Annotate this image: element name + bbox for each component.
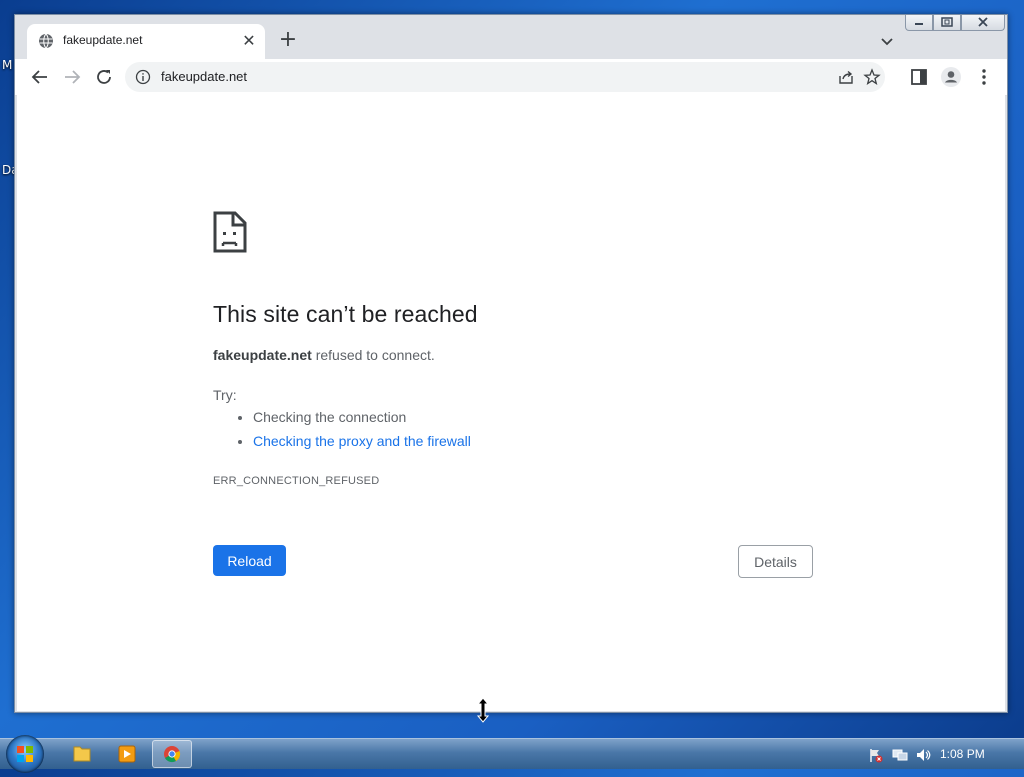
back-icon[interactable] xyxy=(29,66,51,88)
tab-strip: fakeupdate.net ✕ + xyxy=(15,15,1007,59)
refresh-icon[interactable] xyxy=(93,66,115,88)
tab-active[interactable]: fakeupdate.net ✕ xyxy=(27,24,265,59)
tab-title: fakeupdate.net xyxy=(63,33,143,47)
globe-icon xyxy=(39,33,53,49)
forward-icon[interactable] xyxy=(61,66,83,88)
restore-button[interactable] xyxy=(933,15,961,31)
details-button[interactable]: Details xyxy=(738,545,813,578)
side-panel-icon[interactable] xyxy=(908,66,930,88)
list-item: Checking the connection xyxy=(253,405,471,429)
profile-avatar-icon[interactable] xyxy=(940,66,962,88)
network-icon[interactable] xyxy=(892,747,908,763)
new-tab-button[interactable]: + xyxy=(277,29,299,52)
explorer-taskbar-button[interactable] xyxy=(62,740,102,768)
sad-document-icon xyxy=(213,211,247,253)
volume-icon[interactable] xyxy=(915,747,931,763)
minimize-button[interactable] xyxy=(905,15,933,31)
windows-logo-icon xyxy=(17,746,33,762)
browser-toolbar: fakeupdate.net xyxy=(15,59,1007,96)
chrome-icon xyxy=(164,746,181,763)
try-label: Try: xyxy=(213,387,237,403)
close-icon xyxy=(978,17,988,27)
suggestion-list: Checking the connection Checking the pro… xyxy=(233,405,471,453)
folder-icon xyxy=(73,746,91,762)
close-tab-icon[interactable]: ✕ xyxy=(240,32,258,50)
menu-dots-icon[interactable] xyxy=(973,66,995,88)
restore-icon xyxy=(941,17,953,27)
info-icon[interactable] xyxy=(135,69,151,85)
window-controls xyxy=(905,15,1005,33)
share-icon[interactable] xyxy=(837,68,855,86)
media-player-icon xyxy=(118,745,136,763)
close-window-button[interactable] xyxy=(961,15,1005,31)
list-item: Checking the proxy and the firewall xyxy=(253,429,471,453)
browser-window: fakeupdate.net ✕ + fakeupdate.net This s… xyxy=(14,14,1008,713)
chevron-down-icon[interactable] xyxy=(877,31,897,51)
error-code: ERR_CONNECTION_REFUSED xyxy=(213,475,380,487)
error-description: fakeupdate.net refused to connect. xyxy=(213,347,435,363)
desktop-icon-label[interactable]: M xyxy=(2,58,12,72)
error-title: This site can’t be reached xyxy=(213,301,478,327)
minimize-icon xyxy=(915,23,923,25)
start-button[interactable] xyxy=(6,735,44,773)
url-text[interactable]: fakeupdate.net xyxy=(161,69,247,84)
chrome-taskbar-button[interactable] xyxy=(152,740,192,768)
proxy-firewall-link[interactable]: Checking the proxy and the firewall xyxy=(253,433,471,449)
media-player-taskbar-button[interactable] xyxy=(107,740,147,768)
resize-cursor-icon xyxy=(476,697,490,723)
address-bar[interactable]: fakeupdate.net xyxy=(125,62,885,92)
bookmark-star-icon[interactable] xyxy=(863,68,881,86)
taskbar-clock[interactable]: 1:08 PM xyxy=(940,747,985,761)
suggestion-connection: Checking the connection xyxy=(253,409,407,425)
reload-button[interactable]: Reload xyxy=(213,545,286,576)
error-host: fakeupdate.net xyxy=(213,347,312,363)
taskbar: 1:08 PM xyxy=(0,735,1024,773)
action-center-flag-icon[interactable] xyxy=(868,747,884,763)
page-content: This site can’t be reached fakeupdate.ne… xyxy=(17,95,1005,711)
error-description-text: refused to connect. xyxy=(311,347,435,363)
